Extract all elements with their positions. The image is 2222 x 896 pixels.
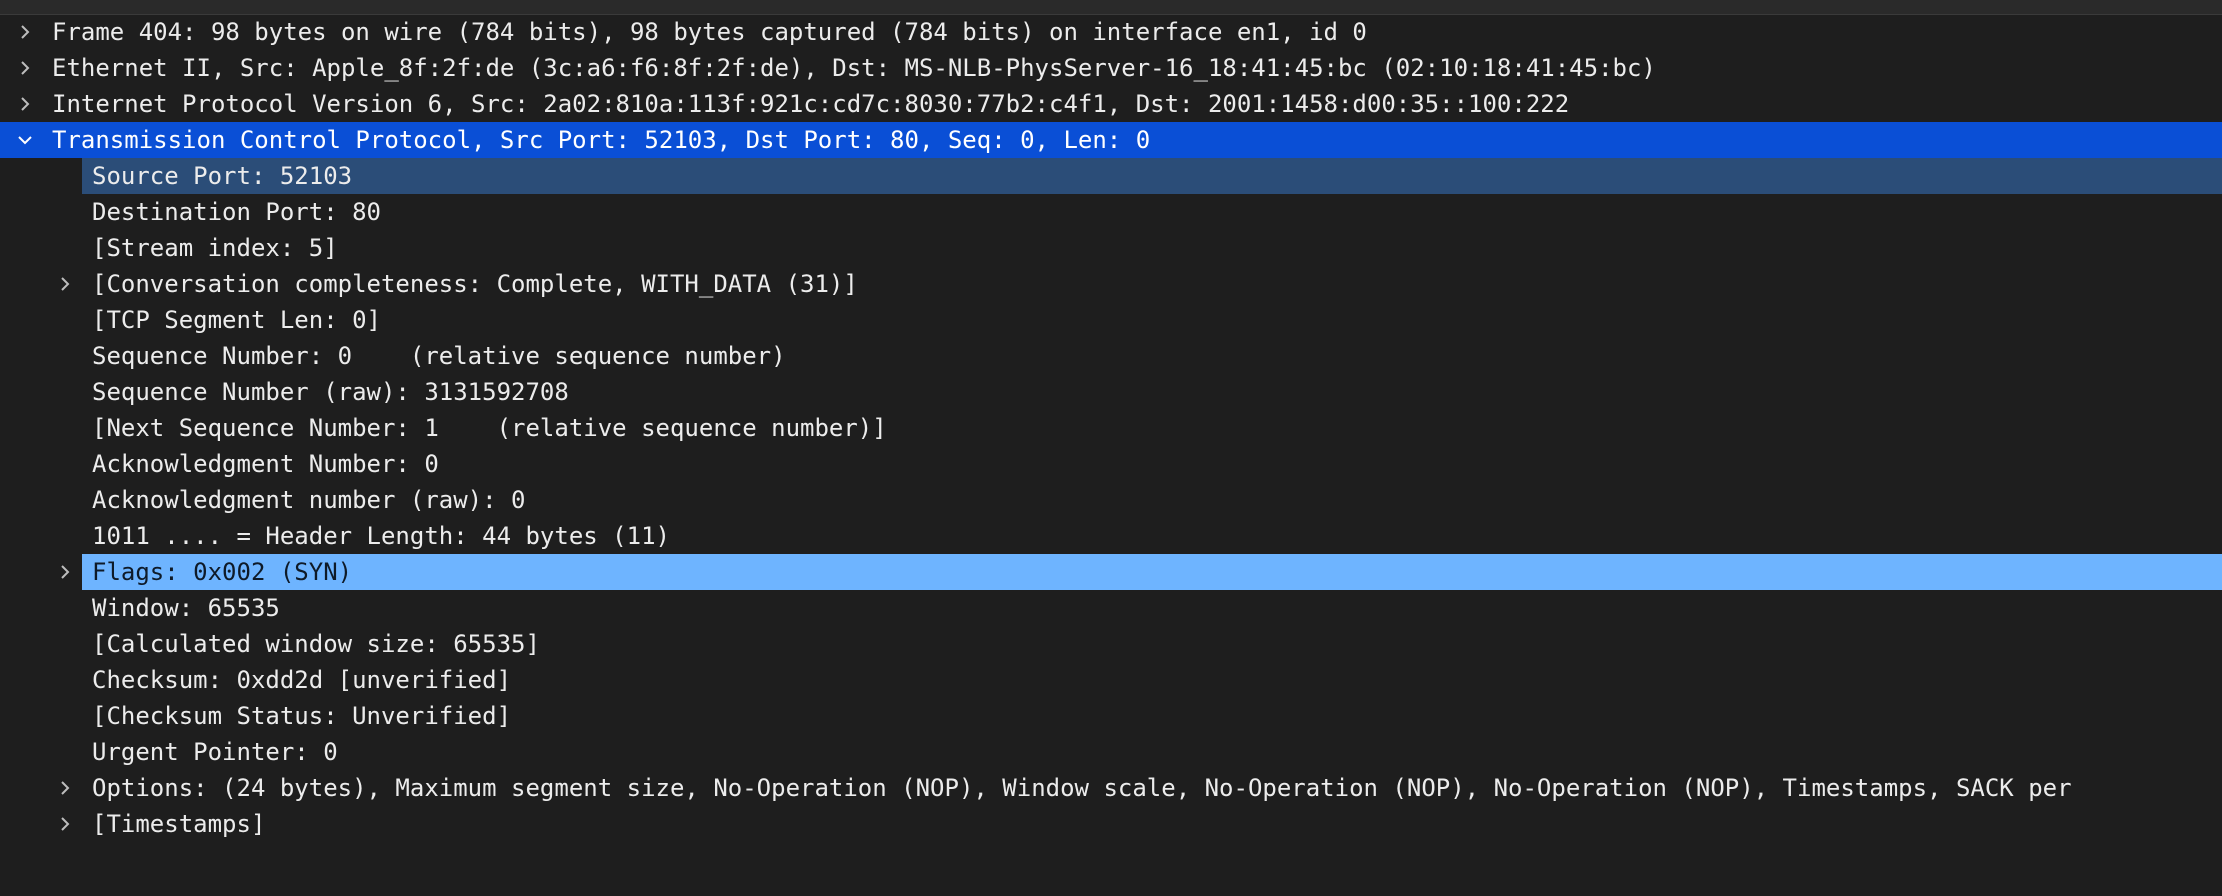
tree-row-label: Destination Port: 80 <box>92 198 381 226</box>
tree-row-label: Acknowledgment number (raw): 0 <box>92 486 526 514</box>
tree-row-next-seq[interactable]: [Next Sequence Number: 1 (relative seque… <box>0 410 2222 446</box>
tree-row-label: Ethernet II, Src: Apple_8f:2f:de (3c:a6:… <box>52 54 1656 82</box>
tree-row-segment-len[interactable]: [TCP Segment Len: 0] <box>0 302 2222 338</box>
tree-row-urgent-pointer[interactable]: Urgent Pointer: 0 <box>0 734 2222 770</box>
tree-row-label: [Timestamps] <box>92 810 266 838</box>
packet-detail-tree: Frame 404: 98 bytes on wire (784 bits), … <box>0 14 2222 842</box>
chevron-right-icon[interactable] <box>14 14 36 50</box>
packet-details-pane: Frame 404: 98 bytes on wire (784 bits), … <box>0 0 2222 896</box>
chevron-right-icon[interactable] <box>14 86 36 122</box>
tree-row-calc-window[interactable]: [Calculated window size: 65535] <box>0 626 2222 662</box>
tree-row-label: Flags: 0x002 (SYN) <box>92 558 353 586</box>
tree-row-checksum[interactable]: Checksum: 0xdd2d [unverified] <box>0 662 2222 698</box>
tree-row-flags[interactable]: Flags: 0x002 (SYN) <box>0 554 2222 590</box>
tree-row-label: Options: (24 bytes), Maximum segment siz… <box>92 774 2072 802</box>
tree-row-destination-port[interactable]: Destination Port: 80 <box>0 194 2222 230</box>
chevron-right-icon[interactable] <box>54 554 76 590</box>
tree-row-options[interactable]: Options: (24 bytes), Maximum segment siz… <box>0 770 2222 806</box>
tree-row-label: [TCP Segment Len: 0] <box>92 306 381 334</box>
tree-row-ethernet[interactable]: Ethernet II, Src: Apple_8f:2f:de (3c:a6:… <box>0 50 2222 86</box>
chevron-right-icon[interactable] <box>54 806 76 842</box>
tree-row-label: [Next Sequence Number: 1 (relative seque… <box>92 414 887 442</box>
tree-row-window[interactable]: Window: 65535 <box>0 590 2222 626</box>
tree-row-ack-number[interactable]: Acknowledgment Number: 0 <box>0 446 2222 482</box>
row-field-highlight <box>82 554 2222 590</box>
tree-row-checksum-status[interactable]: [Checksum Status: Unverified] <box>0 698 2222 734</box>
tree-row-conversation[interactable]: [Conversation completeness: Complete, WI… <box>0 266 2222 302</box>
tree-row-label: Acknowledgment Number: 0 <box>92 450 439 478</box>
chevron-right-icon[interactable] <box>14 50 36 86</box>
tree-row-tcp[interactable]: Transmission Control Protocol, Src Port:… <box>0 122 2222 158</box>
chevron-right-icon[interactable] <box>54 770 76 806</box>
tree-row-label: Urgent Pointer: 0 <box>92 738 338 766</box>
tree-row-label: [Calculated window size: 65535] <box>92 630 540 658</box>
tree-row-seq-number[interactable]: Sequence Number: 0 (relative sequence nu… <box>0 338 2222 374</box>
tree-row-frame[interactable]: Frame 404: 98 bytes on wire (784 bits), … <box>0 14 2222 50</box>
chevron-right-icon[interactable] <box>54 266 76 302</box>
tree-row-label: [Conversation completeness: Complete, WI… <box>92 270 858 298</box>
tree-row-label: Transmission Control Protocol, Src Port:… <box>52 126 1151 154</box>
tree-row-stream-index[interactable]: [Stream index: 5] <box>0 230 2222 266</box>
tree-row-label: [Checksum Status: Unverified] <box>92 702 512 730</box>
tree-row-source-port[interactable]: Source Port: 52103 <box>0 158 2222 194</box>
chevron-down-icon[interactable] <box>14 122 36 158</box>
tree-row-label: Frame 404: 98 bytes on wire (784 bits), … <box>52 18 1367 46</box>
tree-row-header-length[interactable]: 1011 .... = Header Length: 44 bytes (11) <box>0 518 2222 554</box>
pane-top-border <box>0 0 2222 15</box>
tree-row-label: 1011 .... = Header Length: 44 bytes (11) <box>92 522 670 550</box>
tree-row-label: Sequence Number: 0 (relative sequence nu… <box>92 342 786 370</box>
tree-row-seq-raw[interactable]: Sequence Number (raw): 3131592708 <box>0 374 2222 410</box>
tree-row-label: Window: 65535 <box>92 594 280 622</box>
tree-row-label: Source Port: 52103 <box>92 162 353 190</box>
tree-row-label: Internet Protocol Version 6, Src: 2a02:8… <box>52 90 1570 118</box>
row-selection-highlight <box>82 158 2222 194</box>
tree-row-label: Sequence Number (raw): 3131592708 <box>92 378 569 406</box>
tree-row-label: [Stream index: 5] <box>92 234 338 262</box>
tree-row-label: Checksum: 0xdd2d [unverified] <box>92 666 512 694</box>
tree-row-ack-raw[interactable]: Acknowledgment number (raw): 0 <box>0 482 2222 518</box>
tree-row-ipv6[interactable]: Internet Protocol Version 6, Src: 2a02:8… <box>0 86 2222 122</box>
tree-row-timestamps[interactable]: [Timestamps] <box>0 806 2222 842</box>
